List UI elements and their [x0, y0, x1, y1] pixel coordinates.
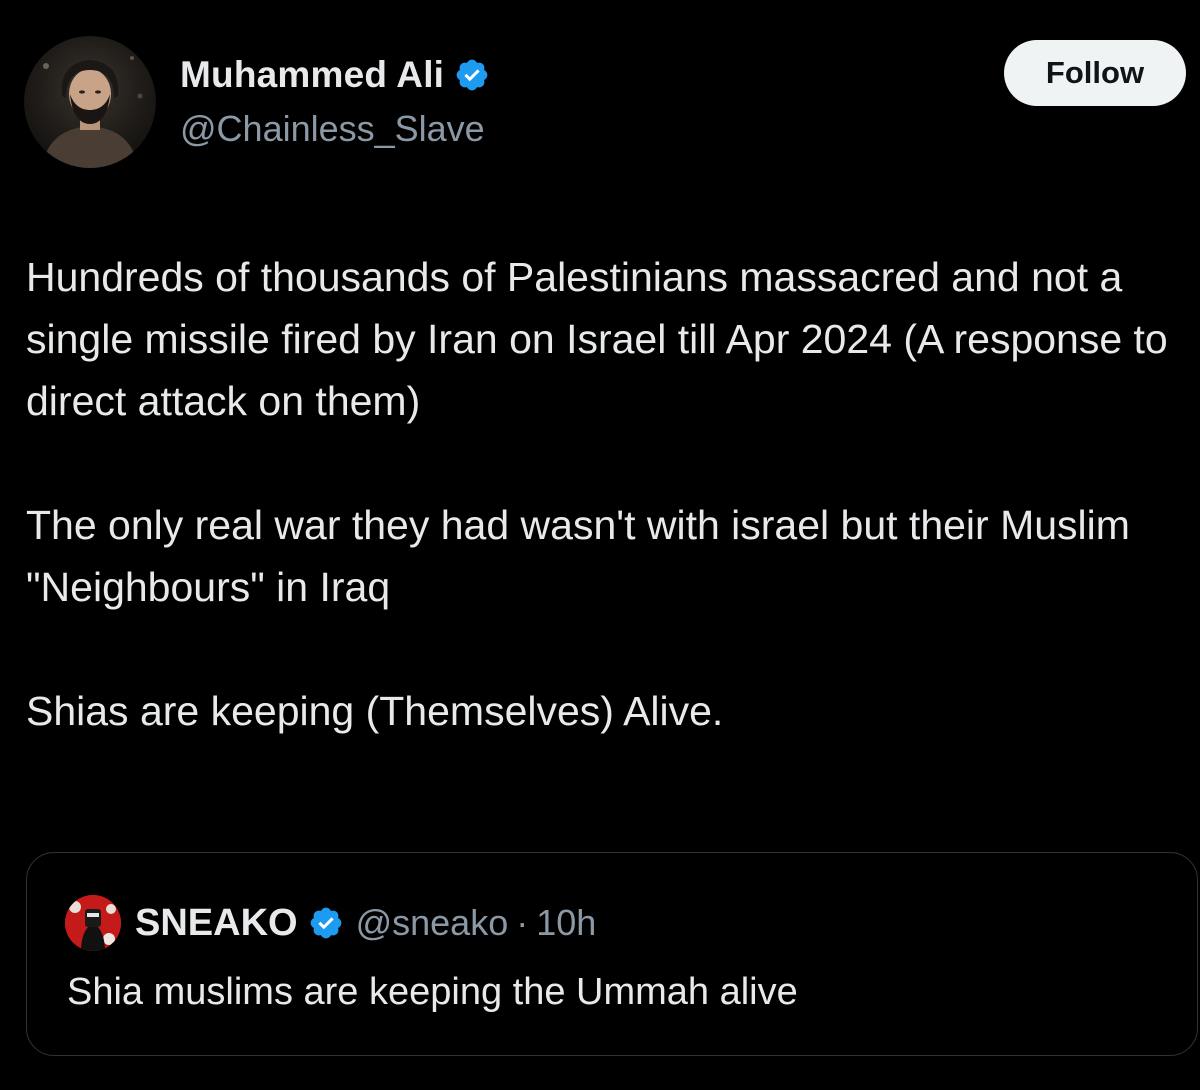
- follow-button[interactable]: Follow: [1004, 40, 1186, 106]
- sneako-avatar-icon: [65, 895, 121, 951]
- verified-badge-icon[interactable]: [308, 905, 344, 941]
- author-handle[interactable]: @Chainless_Slave: [180, 108, 485, 150]
- tweet-card: Muhammed Ali @Chainless_Slave Follow Hun…: [0, 0, 1200, 1090]
- quoted-header: SNEAKO @sneako · 10h: [135, 899, 596, 947]
- tweet-body: Hundreds of thousands of Palestinians ma…: [26, 246, 1186, 804]
- author-name-row: Muhammed Ali: [180, 52, 490, 98]
- quoted-display-name[interactable]: SNEAKO: [135, 902, 298, 945]
- avatar-photo-icon: [42, 56, 143, 168]
- quoted-timestamp[interactable]: 10h: [536, 902, 596, 944]
- author-display-name[interactable]: Muhammed Ali: [180, 54, 444, 96]
- verified-badge-icon[interactable]: [454, 57, 490, 93]
- separator-dot: ·: [516, 902, 529, 943]
- tweet-paragraph: Hundreds of thousands of Palestinians ma…: [26, 254, 1168, 424]
- quoted-handle[interactable]: @sneako: [356, 902, 509, 944]
- quoted-text: Shia muslims are keeping the Ummah alive: [67, 971, 798, 1013]
- tweet-paragraph: Shias are keeping (Themselves) Alive.: [26, 688, 724, 734]
- quoted-author-avatar[interactable]: [65, 895, 121, 951]
- quoted-tweet[interactable]: SNEAKO @sneako · 10h Shia muslims are ke…: [26, 852, 1198, 1056]
- author-avatar[interactable]: [24, 36, 156, 168]
- tweet-paragraph: The only real war they had wasn't with i…: [26, 502, 1130, 610]
